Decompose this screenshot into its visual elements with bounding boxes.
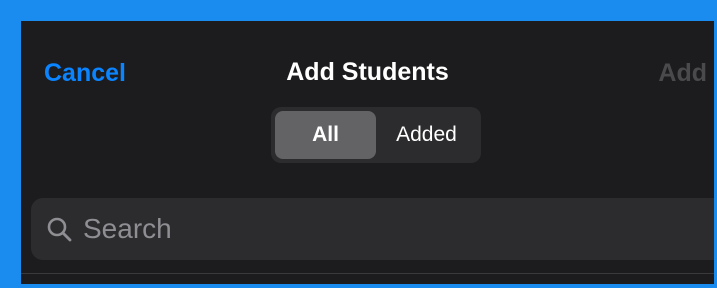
add-button[interactable]: Add [658,57,707,89]
navigation-bar: Cancel Add Students Add [21,21,714,121]
search-input[interactable] [83,213,683,245]
cancel-button[interactable]: Cancel [44,57,126,89]
window-frame: Cancel Add Students Add All Added [0,0,717,288]
frame-notch [369,0,384,14]
search-icon [45,215,73,243]
list-divider [21,273,714,274]
search-bar[interactable] [31,198,714,260]
filter-segmented-control: All Added [271,107,481,163]
add-students-sheet: Cancel Add Students Add All Added [21,21,714,284]
segment-added[interactable]: Added [376,111,477,159]
segment-all[interactable]: All [275,111,376,159]
